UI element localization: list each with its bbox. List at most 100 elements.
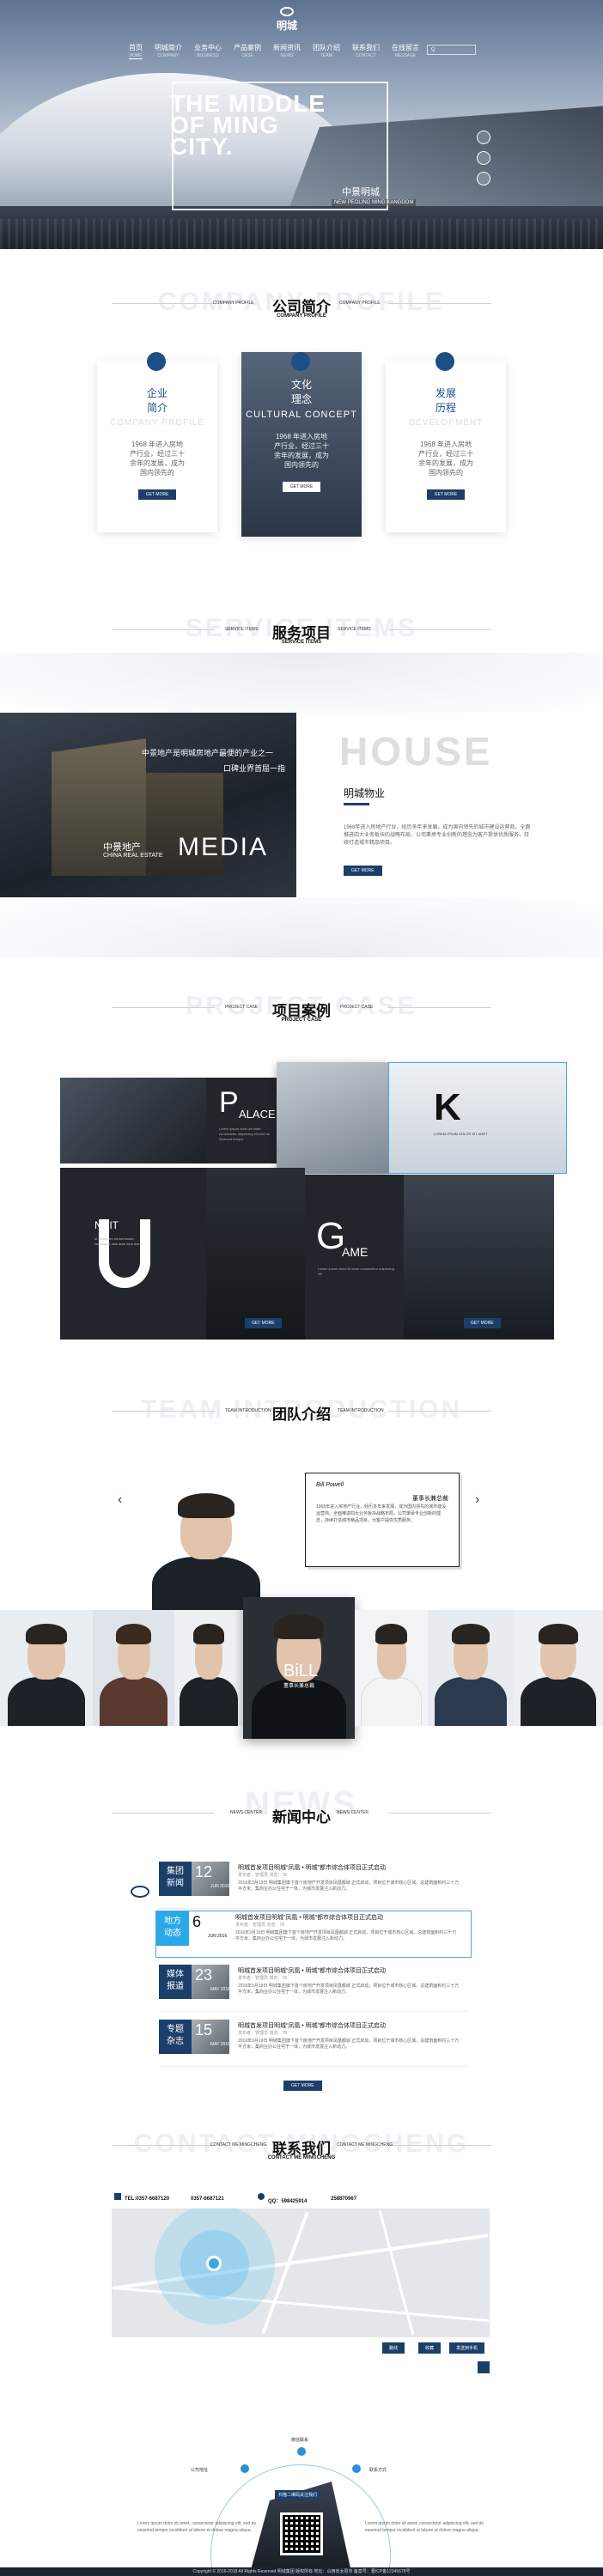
card-title-line: 文化	[290, 379, 312, 391]
qr-code	[280, 2512, 323, 2555]
news-title: 明城首发项目明城“凤凰 • 明城”都市综合体项目正式启动	[238, 2023, 387, 2029]
map-road	[378, 2210, 415, 2336]
contact-qq: QQ：598425914	[268, 2199, 308, 2204]
card-text: 1968 年进入房地产行业，经过三十余年的发展，成为国内领先的	[130, 440, 185, 477]
case-more-button[interactable]: GET MORE	[464, 1318, 501, 1328]
case-palace-image[interactable]	[60, 1078, 206, 1163]
portrait-body	[435, 1677, 507, 1726]
phone-icon	[114, 2193, 121, 2200]
profile-card-culture: 文化 理念 CULTURAL CONCEPT 1968 年进入房地产行业，经过三十…	[241, 352, 362, 537]
card-title: 文化 理念	[241, 378, 362, 407]
team-member-thumb[interactable]	[0, 1610, 93, 1726]
team-member-thumb[interactable]	[428, 1610, 514, 1726]
portrait-hair	[193, 1624, 224, 1645]
portrait-body	[360, 1677, 423, 1726]
signature: Bill Powell	[316, 1482, 344, 1488]
news-day: 12	[195, 1863, 213, 1880]
case-text: Lorem ipsum dolor sit amet consectetur a…	[219, 1127, 270, 1141]
back-to-top-icon[interactable]	[478, 2361, 490, 2373]
news-summary: 2016年3月19日 明城集团旗下首个房地产开发项目凤凰都城 正式启动，项目位于…	[235, 1930, 457, 1941]
team-member-thumb[interactable]	[174, 1610, 243, 1726]
nav-item-case[interactable]: 产品案例 CASE	[234, 43, 261, 59]
location-map[interactable]	[112, 2208, 490, 2337]
section-heading-service: SERVICE ITEMS SERVICE ITEMS SERVICE ITEM…	[0, 614, 603, 657]
copyright: Copyright © 2016-2018 All Rights Reserve…	[0, 2567, 603, 2576]
hero-side-buttons	[477, 131, 490, 185]
main-nav: 首页 HOME 明城简介 COMPANY 业务中心 BUSINESS 产品案例 CASE…	[129, 43, 419, 59]
house-title: 明城物业	[344, 787, 386, 799]
footer-label: 微信联系	[291, 2438, 309, 2443]
nav-label: 新闻资讯	[273, 44, 301, 52]
weibo-icon[interactable]	[477, 131, 490, 144]
nav-item-company[interactable]: 明城简介 COMPANY	[155, 43, 182, 59]
get-more-button[interactable]: GET MORE	[282, 482, 321, 492]
get-more-button[interactable]: GET MORE	[426, 489, 466, 500]
nav-item-news[interactable]: 新闻资讯 NEWS	[273, 43, 301, 59]
qq-icon[interactable]	[477, 172, 490, 185]
get-more-button[interactable]: GET MORE	[137, 489, 177, 500]
category-line: 地方	[164, 1917, 181, 1926]
news-category: 专题 杂志	[159, 2020, 192, 2054]
case-k-image[interactable]	[277, 1062, 388, 1174]
service-slogan: 口碑业界首屈一指	[223, 764, 286, 773]
news-item[interactable]: 媒体 报道 23 MAY 2016 明城首发项目明城“凤凰 • 明城”都市综合体项…	[159, 1965, 468, 2012]
map-pin-icon[interactable]	[206, 2256, 222, 2271]
section-heading-contact: CONTACT MINGCHENG CONTACT ME MINGCHENG C…	[0, 2129, 603, 2172]
nav-sublabel: CONTACT	[356, 53, 376, 58]
get-more-button[interactable]: GET MORE	[344, 866, 382, 876]
site-logo[interactable]: 明城	[277, 7, 297, 33]
nav-label: 在线留言	[392, 44, 419, 52]
case-game-image[interactable]	[404, 1175, 554, 1340]
nav-item-team[interactable]: 团队介绍 TEAM	[313, 43, 340, 59]
news-item[interactable]: 专题 杂志 15 MAY 2016 明城首发项目明城“凤凰 • 明城”都市综合体项…	[159, 2020, 468, 2067]
footer-node-icon	[297, 2447, 306, 2456]
news-summary: 2016年3月19日 明城集团旗下首个房地产开发项目凤凰都城 正式启动，项目位于…	[238, 2038, 460, 2050]
team-member-thumb[interactable]	[514, 1610, 603, 1726]
nav-item-message[interactable]: 在线留言 MESSAGE	[392, 43, 419, 59]
team-next-arrow-icon[interactable]: ›	[475, 1492, 479, 1508]
news-category: 媒体 报道	[159, 1965, 192, 1999]
case-word: AME	[342, 1245, 368, 1259]
nav-item-business[interactable]: 业务中心 BUSINESS	[194, 43, 222, 59]
case-k-panel	[388, 1062, 567, 1174]
map-route-button[interactable]: 路线	[382, 2342, 405, 2354]
news-day: 15	[195, 2021, 213, 2038]
section-subtitle: CONTACT ME MINGCHENG	[267, 2155, 336, 2160]
hero-subtitle-cn: 中景明城	[342, 187, 380, 197]
get-more-button[interactable]: GET MORE	[283, 2081, 322, 2091]
card-title-line: 理念	[290, 393, 312, 405]
card-title-line: 简介	[146, 402, 168, 414]
card-title: 企业 简介	[97, 386, 217, 416]
map-send-button[interactable]: 发送到手机	[449, 2342, 485, 2354]
globe-icon	[291, 352, 310, 371]
logo-text: 明城	[277, 20, 298, 32]
map-save-button[interactable]: 收藏	[418, 2342, 442, 2354]
news-month: MAY 2016	[210, 1987, 230, 1992]
team-member-featured[interactable]	[142, 1477, 271, 1614]
news-item[interactable]: 集团 新闻 12 JUN 2016 明城首发项目明城“凤凰 • 明城”都市综合体项…	[159, 1862, 468, 1909]
search-input[interactable]: Q	[427, 45, 476, 55]
portrait-hair	[274, 1613, 324, 1640]
case-nuit-image[interactable]	[206, 1168, 305, 1340]
case-more-button[interactable]: GET MORE	[245, 1318, 282, 1328]
category-line: 集团	[167, 1867, 184, 1876]
team-prev-arrow-icon[interactable]: ‹	[118, 1492, 122, 1508]
news-day: 23	[195, 1966, 213, 1984]
profile-card-company: 企业 简介 COMPANY PROFILE 1968 年进入房地产行业，经过三十余…	[97, 352, 217, 532]
news-meta: 发布者：管理员 浏览：78	[238, 1873, 287, 1878]
news-month: JUN 2016	[210, 1884, 230, 1889]
media-label: MEDIA	[178, 833, 269, 861]
decorative-wave	[0, 653, 603, 713]
news-item-active[interactable]: 地方 动态 6 JUN 2016 明城首发项目明城“凤凰 • 明城”都市综合体项目…	[155, 1911, 472, 1958]
news-month: JUN 2016	[208, 1934, 228, 1939]
nav-item-home[interactable]: 首页 HOME	[129, 43, 143, 59]
team-member-thumb[interactable]	[355, 1610, 428, 1726]
member-bio: 1968年进入房地产行业，经历多年来发展，成为国内领先的城市建设运营商。全面推进…	[316, 1504, 447, 1523]
nav-item-contact[interactable]: 联系我们 CONTACT	[352, 43, 380, 59]
house-heading: HOUSE	[339, 729, 493, 774]
nav-label: 明城简介	[155, 44, 182, 52]
team-member-thumb[interactable]	[93, 1610, 174, 1726]
case-word: ALACE	[239, 1108, 276, 1121]
card-title: 发展 历程	[386, 386, 506, 416]
wechat-icon[interactable]	[477, 151, 490, 165]
